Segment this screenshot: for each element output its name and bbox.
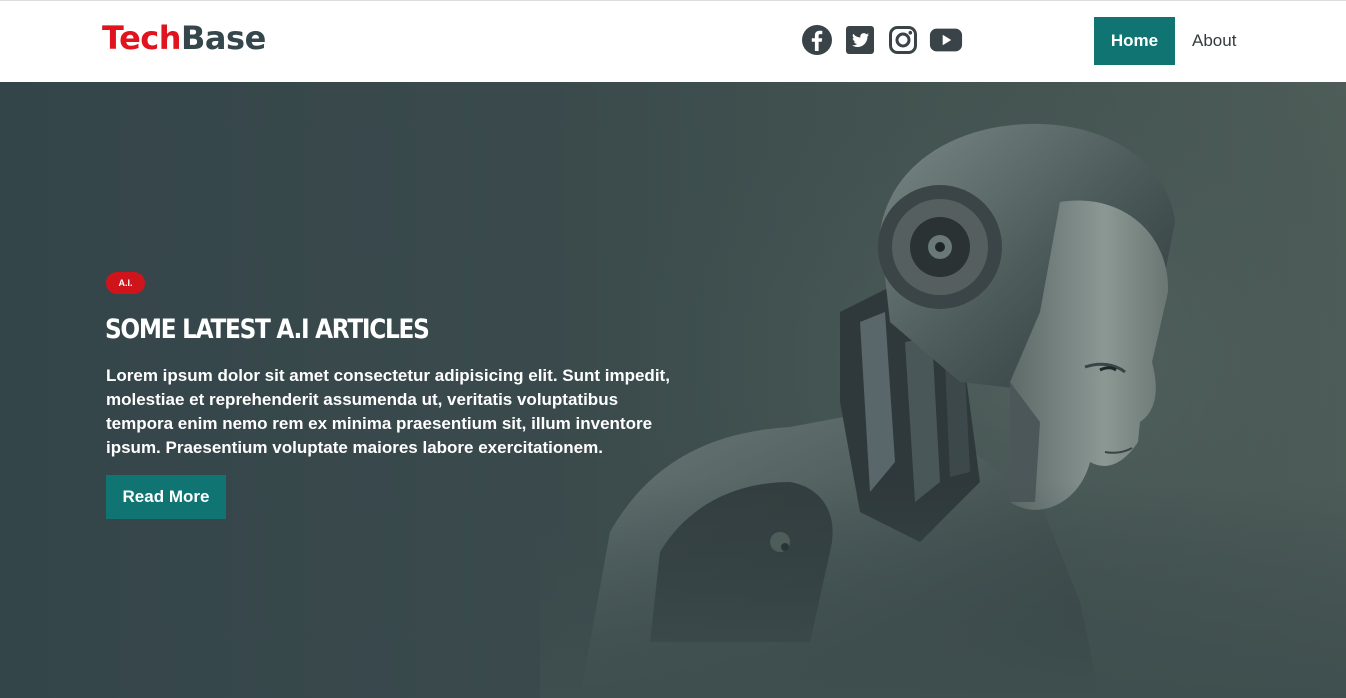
hero-section: A.I. Some Latest A.I Articles Lorem ipsu… — [0, 82, 1346, 698]
nav-home[interactable]: Home — [1094, 17, 1175, 65]
youtube-icon[interactable] — [929, 23, 963, 57]
instagram-icon[interactable] — [886, 23, 920, 57]
social-links — [800, 23, 963, 57]
read-more-button[interactable]: Read More — [106, 475, 226, 519]
nav-about[interactable]: About — [1175, 17, 1260, 65]
hero-title: Some Latest A.I Articles — [105, 314, 430, 345]
brand-logo-part1: Tech — [102, 19, 182, 57]
brand-logo[interactable]: TechBase — [102, 19, 266, 57]
category-badge[interactable]: A.I. — [106, 272, 145, 294]
facebook-icon[interactable] — [800, 23, 834, 57]
hero-description: Lorem ipsum dolor sit amet consectetur a… — [106, 366, 670, 457]
navbar: TechBase Home About — [0, 1, 1346, 82]
brand-logo-part2: Base — [181, 19, 266, 57]
main-nav: Home About — [1094, 17, 1260, 65]
twitter-icon[interactable] — [843, 23, 877, 57]
